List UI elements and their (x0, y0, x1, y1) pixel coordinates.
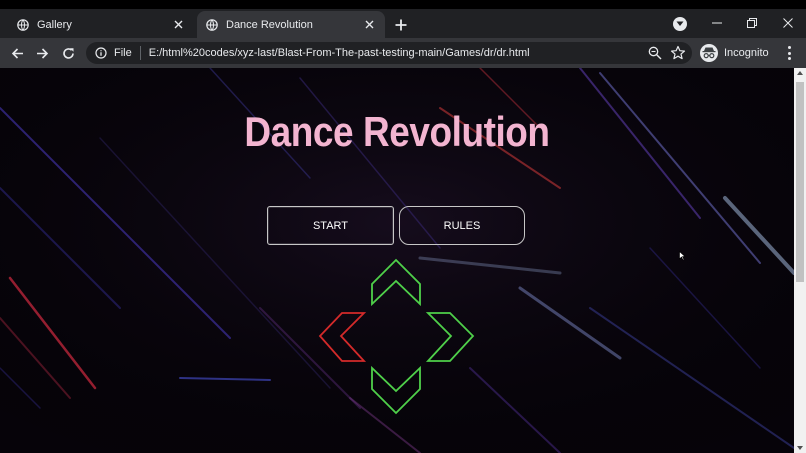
left-arrow-icon[interactable] (318, 312, 367, 362)
close-window-button[interactable] (781, 16, 795, 30)
info-icon[interactable] (95, 47, 107, 59)
scrollbar-thumb[interactable] (796, 82, 804, 282)
forward-arrow-icon (36, 47, 48, 59)
restore-button[interactable] (745, 16, 759, 30)
reload-icon (62, 47, 74, 59)
up-arrow-icon[interactable] (371, 258, 421, 307)
close-tab-icon[interactable] (362, 17, 376, 31)
restore-icon (747, 18, 757, 28)
scroll-up-arrow-icon[interactable] (797, 71, 803, 75)
url-text[interactable]: E:/html%20codes/xyz-last/Blast-From-The-… (149, 47, 530, 59)
vertical-scrollbar[interactable] (794, 68, 806, 453)
close-tab-icon[interactable] (171, 17, 185, 31)
menu-dots-icon[interactable] (782, 45, 796, 61)
reload-button[interactable] (60, 45, 76, 61)
zoom-icon[interactable] (648, 46, 662, 60)
dance-arrows (318, 258, 475, 415)
right-arrow-icon[interactable] (425, 312, 475, 362)
tab-label: Dance Revolution (226, 18, 313, 31)
browser-toolbar: File E:/html%20codes/xyz-last/Blast-From… (0, 38, 806, 68)
incognito-indicator[interactable]: Incognito (700, 42, 774, 64)
tab-strip-edge (0, 0, 806, 9)
profile-label: Incognito (724, 47, 769, 59)
new-tab-button[interactable] (392, 16, 410, 34)
tab-strip: Gallery Dance Revolution (0, 0, 806, 38)
globe-icon (206, 18, 218, 31)
back-button[interactable] (9, 45, 25, 61)
bookmark-star-icon[interactable] (670, 45, 686, 61)
plus-icon (395, 19, 407, 31)
globe-icon (17, 18, 29, 31)
address-divider (139, 46, 141, 60)
page-viewport: Dance Revolution START RULES (0, 68, 794, 453)
back-arrow-icon (11, 47, 23, 59)
scroll-down-arrow-icon[interactable] (797, 446, 803, 450)
chevron-down-icon (676, 21, 684, 26)
close-icon (783, 18, 793, 28)
tab-dance-revolution[interactable]: Dance Revolution (197, 11, 385, 38)
mouse-cursor-icon (679, 251, 686, 261)
down-arrow-icon[interactable] (371, 365, 421, 415)
scheme-label: File (114, 47, 132, 59)
incognito-icon (700, 44, 718, 62)
tab-label: Gallery (37, 18, 72, 31)
tab-gallery[interactable]: Gallery (8, 11, 194, 38)
minimize-icon (712, 22, 722, 24)
minimize-button[interactable] (710, 16, 724, 30)
address-bar[interactable]: File E:/html%20codes/xyz-last/Blast-From… (86, 42, 692, 64)
forward-button[interactable] (34, 45, 50, 61)
tab-search-button[interactable] (673, 17, 687, 31)
